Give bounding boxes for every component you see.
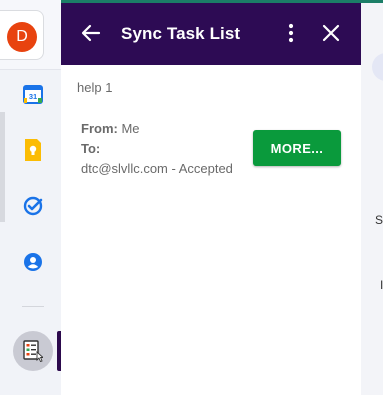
background-text-fragment: S (375, 213, 383, 227)
addon-panel: Sync Task List help 1 From: Me To: dtc@s… (61, 0, 361, 395)
task-sync-addon-icon (23, 340, 43, 362)
help-text: help 1 (77, 80, 113, 95)
account-avatar[interactable]: D (7, 22, 37, 52)
back-button[interactable] (79, 21, 103, 45)
panel-header: Sync Task List (61, 0, 361, 65)
active-addon-button[interactable] (13, 331, 53, 371)
to-label: To: (81, 141, 101, 156)
rail-edge-panel (0, 112, 5, 222)
panel-title: Sync Task List (121, 24, 241, 43)
recipient-status: dtc@slvllc.com - Accepted (81, 161, 233, 176)
close-icon (322, 24, 340, 42)
from-line: From: Me (81, 121, 140, 136)
from-value: Me (121, 121, 140, 136)
top-accent-line (361, 0, 383, 3)
app-frame: D 31 Sync Task List help 1 From: Me To: … (0, 0, 383, 395)
from-label: From: (81, 121, 118, 136)
side-app-rail: D 31 (0, 0, 61, 395)
tasks-icon[interactable] (22, 195, 44, 217)
more-vert-icon (288, 23, 294, 43)
rail-divider (22, 306, 44, 307)
more-options-button[interactable] (279, 21, 303, 45)
more-button[interactable]: MORE... (253, 130, 341, 166)
to-line: To: (81, 141, 100, 156)
arrow-left-icon (81, 24, 101, 42)
calendar-icon[interactable]: 31 (22, 83, 44, 105)
svg-text:31: 31 (29, 92, 37, 101)
account-button[interactable]: D (0, 10, 44, 60)
contacts-icon[interactable] (22, 251, 44, 273)
close-button[interactable] (319, 21, 343, 45)
keep-icon[interactable] (22, 139, 44, 161)
